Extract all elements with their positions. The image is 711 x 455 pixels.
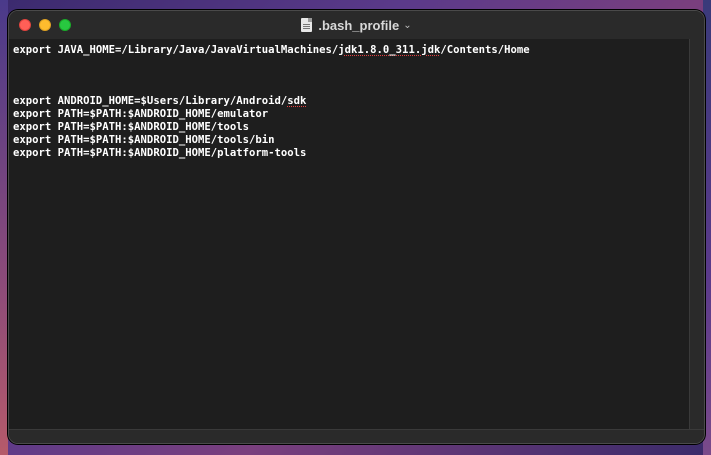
code-text: export JAVA_HOME=/Library/Java/JavaVirtu… — [13, 44, 339, 56]
code-line: export PATH=$PATH:$ANDROID_HOME/tools — [13, 121, 249, 133]
document-icon — [301, 18, 313, 32]
title-bar[interactable]: .bash_profile ⌄ — [9, 11, 704, 40]
document-title[interactable]: .bash_profile ⌄ — [9, 11, 704, 39]
text-editor-window: .bash_profile ⌄ export JAVA_HOME=/Librar… — [8, 10, 705, 444]
chevron-down-icon[interactable]: ⌄ — [403, 20, 411, 31]
code-text: /Contents/Home — [440, 44, 530, 56]
horizontal-scrollbar[interactable] — [9, 429, 704, 443]
code-line: export PATH=$PATH:$ANDROID_HOME/tools/bi… — [13, 134, 275, 146]
code-line: export PATH=$PATH:$ANDROID_HOME/platform… — [13, 147, 307, 159]
code-text: export ANDROID_HOME=$Users/Library/Andro… — [13, 95, 288, 107]
window-title: .bash_profile — [318, 17, 400, 33]
text-editor-area[interactable]: export JAVA_HOME=/Library/Java/JavaVirtu… — [9, 39, 691, 431]
misspelled-word[interactable]: sdk — [287, 95, 306, 107]
code-line: export ANDROID_HOME=$Users/Library/Andro… — [13, 95, 306, 108]
code-line: export JAVA_HOME=/Library/Java/JavaVirtu… — [13, 44, 530, 57]
misspelled-word[interactable]: jdk1.8.0_311.jdk — [338, 44, 440, 56]
desktop-wallpaper-left — [0, 0, 8, 455]
vertical-scrollbar[interactable] — [689, 39, 704, 431]
code-line: export PATH=$PATH:$ANDROID_HOME/emulator — [13, 108, 269, 120]
